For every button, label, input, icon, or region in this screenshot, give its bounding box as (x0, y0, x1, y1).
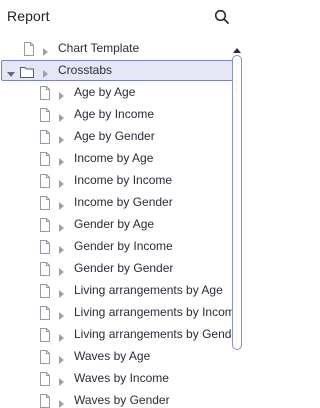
scroll-up-icon[interactable] (232, 42, 242, 53)
tree-item-label: Age by Income (74, 107, 155, 121)
tree-item[interactable]: Waves by Gender (0, 390, 248, 408)
expand-arrow-icon[interactable] (56, 308, 66, 320)
tree-item[interactable]: Waves by Income (0, 368, 248, 390)
document-icon (39, 328, 51, 342)
tree-item[interactable]: Gender by Gender (0, 258, 248, 280)
tree-item-label: Age by Gender (74, 129, 155, 143)
expand-arrow-icon[interactable] (56, 110, 66, 122)
expand-arrow-icon[interactable] (56, 242, 66, 254)
tree-item-label: Waves by Age (74, 349, 151, 363)
expand-arrow-icon[interactable] (56, 352, 66, 364)
document-icon (39, 152, 51, 166)
document-icon (39, 394, 51, 408)
tree-item-label: Living arrangements by Income (74, 305, 242, 319)
tree-item-label: Gender by Income (74, 239, 173, 253)
document-icon (39, 130, 51, 144)
document-icon (23, 42, 35, 56)
tree-item[interactable]: Gender by Income (0, 236, 248, 258)
expand-arrow-icon[interactable] (56, 330, 66, 342)
tree-folder-item[interactable]: Crosstabs (0, 60, 248, 82)
tree-item-label: Gender by Gender (74, 261, 174, 275)
tree-item-label: Living arrangements by Gender (74, 327, 243, 341)
document-icon (39, 108, 51, 122)
tree-item-label: Waves by Gender (74, 393, 170, 407)
expand-arrow-icon[interactable] (56, 154, 66, 166)
panel-title: Report (7, 8, 50, 24)
tree-item-label: Living arrangements by Age (74, 283, 223, 297)
tree-item[interactable]: Age by Gender (0, 126, 248, 148)
document-icon (39, 196, 51, 210)
document-icon (39, 240, 51, 254)
tree-item[interactable]: Living arrangements by Age (0, 280, 248, 302)
expand-arrow-icon[interactable] (56, 132, 66, 144)
search-icon[interactable] (213, 8, 231, 26)
panel-header: Report (0, 0, 248, 34)
document-icon (39, 174, 51, 188)
report-tree: Chart Template Crosstabs Age by Age Age by … (0, 38, 248, 408)
expand-arrow-icon[interactable] (56, 396, 66, 408)
document-icon (39, 284, 51, 298)
tree-item[interactable]: Income by Income (0, 170, 248, 192)
tree-item[interactable]: Chart Template (0, 38, 248, 60)
expand-arrow-icon[interactable] (56, 198, 66, 210)
expand-arrow-icon[interactable] (40, 66, 50, 78)
document-icon (39, 262, 51, 276)
expand-arrow-icon[interactable] (56, 88, 66, 100)
tree-item-label: Chart Template (58, 41, 140, 55)
expand-arrow-icon[interactable] (56, 286, 66, 298)
tree-item[interactable]: Gender by Age (0, 214, 248, 236)
expand-arrow-icon[interactable] (56, 176, 66, 188)
tree-item[interactable]: Age by Income (0, 104, 248, 126)
folder-icon (20, 65, 34, 79)
tree-item-label: Age by Age (74, 85, 136, 99)
tree-item-label: Income by Age (74, 151, 154, 165)
tree-item-label: Income by Income (74, 173, 173, 187)
selection-highlight (1, 60, 237, 81)
document-icon (39, 218, 51, 232)
expand-arrow-icon[interactable] (40, 44, 50, 56)
tree-item[interactable]: Living arrangements by Income (0, 302, 248, 324)
tree-item-label: Crosstabs (58, 63, 113, 77)
collapse-arrow-icon[interactable] (6, 66, 16, 77)
document-icon (39, 86, 51, 100)
vertical-scrollbar[interactable] (232, 55, 242, 350)
document-icon (39, 306, 51, 320)
tree-item-label: Waves by Income (74, 371, 169, 385)
tree-item-label: Income by Gender (74, 195, 173, 209)
tree-item[interactable]: Age by Age (0, 82, 248, 104)
expand-arrow-icon[interactable] (56, 264, 66, 276)
document-icon (39, 372, 51, 386)
tree-item[interactable]: Income by Age (0, 148, 248, 170)
expand-arrow-icon[interactable] (56, 220, 66, 232)
tree-item[interactable]: Waves by Age (0, 346, 248, 368)
document-icon (39, 350, 51, 364)
tree-item-label: Gender by Age (74, 217, 155, 231)
report-panel: Report Chart Template Crosstabs Age by Age… (0, 0, 248, 408)
tree-item[interactable]: Income by Gender (0, 192, 248, 214)
tree-item[interactable]: Living arrangements by Gender (0, 324, 248, 346)
expand-arrow-icon[interactable] (56, 374, 66, 386)
